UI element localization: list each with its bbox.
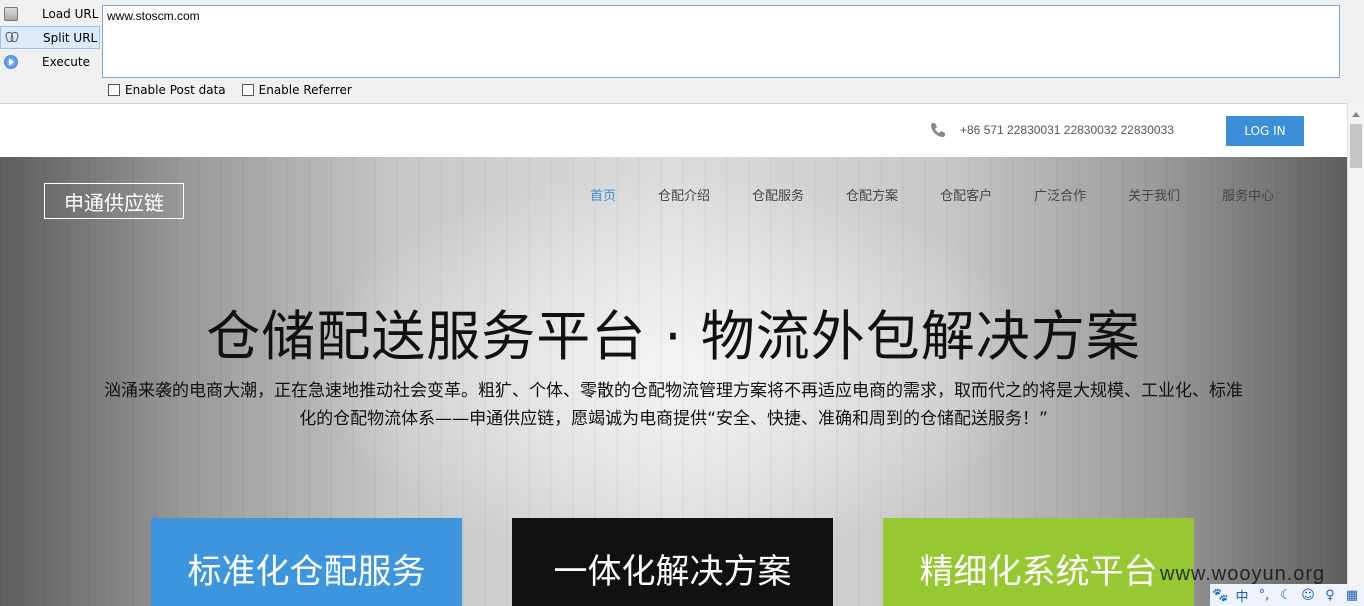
user-icon[interactable]: ♀ [1322,588,1338,603]
enable-post-checkbox[interactable] [108,84,120,96]
hero-banner: 申通供应链 首页 仓配介绍 仓配服务 仓配方案 仓配客户 广泛合作 关于我们 服… [0,157,1347,606]
phone-icon [931,123,945,137]
load-url-label: Load URL [42,6,99,21]
nav-item-clients[interactable]: 仓配客户 [940,185,992,204]
site-top-bar: +86 571 22830031 22830032 22830033 LOG I… [0,104,1347,157]
enable-post-label: Enable Post data [125,83,226,97]
grid-icon[interactable]: ▦ [1344,588,1360,603]
paw-icon[interactable]: 🐾 [1212,588,1228,603]
card-system-platform[interactable]: 精细化系统平台 [883,518,1194,606]
scroll-thumb[interactable] [1350,124,1362,168]
nav-item-service-center[interactable]: 服务中心 [1222,185,1274,204]
scissors-icon [5,31,19,45]
ime-lang-indicator[interactable]: 中 [1234,586,1250,605]
nav-item-services[interactable]: 仓配服务 [752,185,804,204]
load-url-icon [4,6,18,21]
enable-referrer-label: Enable Referrer [258,83,352,97]
login-button[interactable]: LOG IN [1226,116,1304,146]
enable-referrer-checkbox[interactable] [241,84,254,96]
split-url-label: Split URL [43,30,98,45]
play-icon [4,54,18,69]
phone-number: +86 571 22830031 22830032 22830033 [960,123,1174,137]
card-integrated-solution[interactable]: 一体化解决方案 [512,518,833,606]
nav-item-home[interactable]: 首页 [590,185,616,204]
url-textarea[interactable]: www.stoscm.com [102,5,1340,78]
scroll-up-arrow-icon[interactable] [1352,112,1360,117]
split-url-button[interactable]: Split URL [0,26,100,49]
toolbar-options: Enable Post data Enable Referrer [108,83,352,97]
smile-icon[interactable]: ☺ [1300,588,1316,603]
main-nav: 首页 仓配介绍 仓配服务 仓配方案 仓配客户 广泛合作 关于我们 服务中心 [590,185,1316,204]
enable-post-option[interactable]: Enable Post data [108,83,226,97]
watermark: www.wooyun.org [1160,563,1326,585]
ime-tray: 🐾 中 °, ☾ ☺ ♀ ▦ [1210,584,1364,606]
nav-item-solutions[interactable]: 仓配方案 [846,185,898,204]
nav-item-cooperation[interactable]: 广泛合作 [1034,185,1086,204]
web-page: +86 571 22830031 22830032 22830033 LOG I… [0,104,1347,606]
hero-headline: 仓储配送服务平台 · 物流外包解决方案 [206,305,1141,368]
nav-item-intro[interactable]: 仓配介绍 [658,185,710,204]
enable-referrer-option[interactable]: Enable Referrer [241,83,352,97]
toolbar-actions: Load URL Split URL Execute [0,2,100,74]
toolbar-scroll-gutter [1347,0,1364,104]
card-standard-service[interactable]: 标准化仓配服务 [151,518,462,606]
load-url-button[interactable]: Load URL [0,2,100,25]
feature-cards: 标准化仓配服务 一体化解决方案 精细化系统平台 [151,518,1196,606]
execute-button[interactable]: Execute [0,50,100,73]
site-logo[interactable]: 申通供应链 [44,183,184,219]
execute-label: Execute [42,54,90,69]
ime-punct-indicator[interactable]: °, [1256,588,1272,603]
hackbar-toolbar: Load URL Split URL Execute www.stoscm.co… [0,0,1364,104]
page-scrollbar[interactable] [1347,104,1364,606]
moon-icon[interactable]: ☾ [1278,588,1294,603]
nav-item-about[interactable]: 关于我们 [1128,185,1180,204]
hero-subtext: 汹涌来袭的电商大潮，正在急速地推动社会变革。粗犷、个体、零散的仓配物流管理方案将… [104,381,1243,429]
